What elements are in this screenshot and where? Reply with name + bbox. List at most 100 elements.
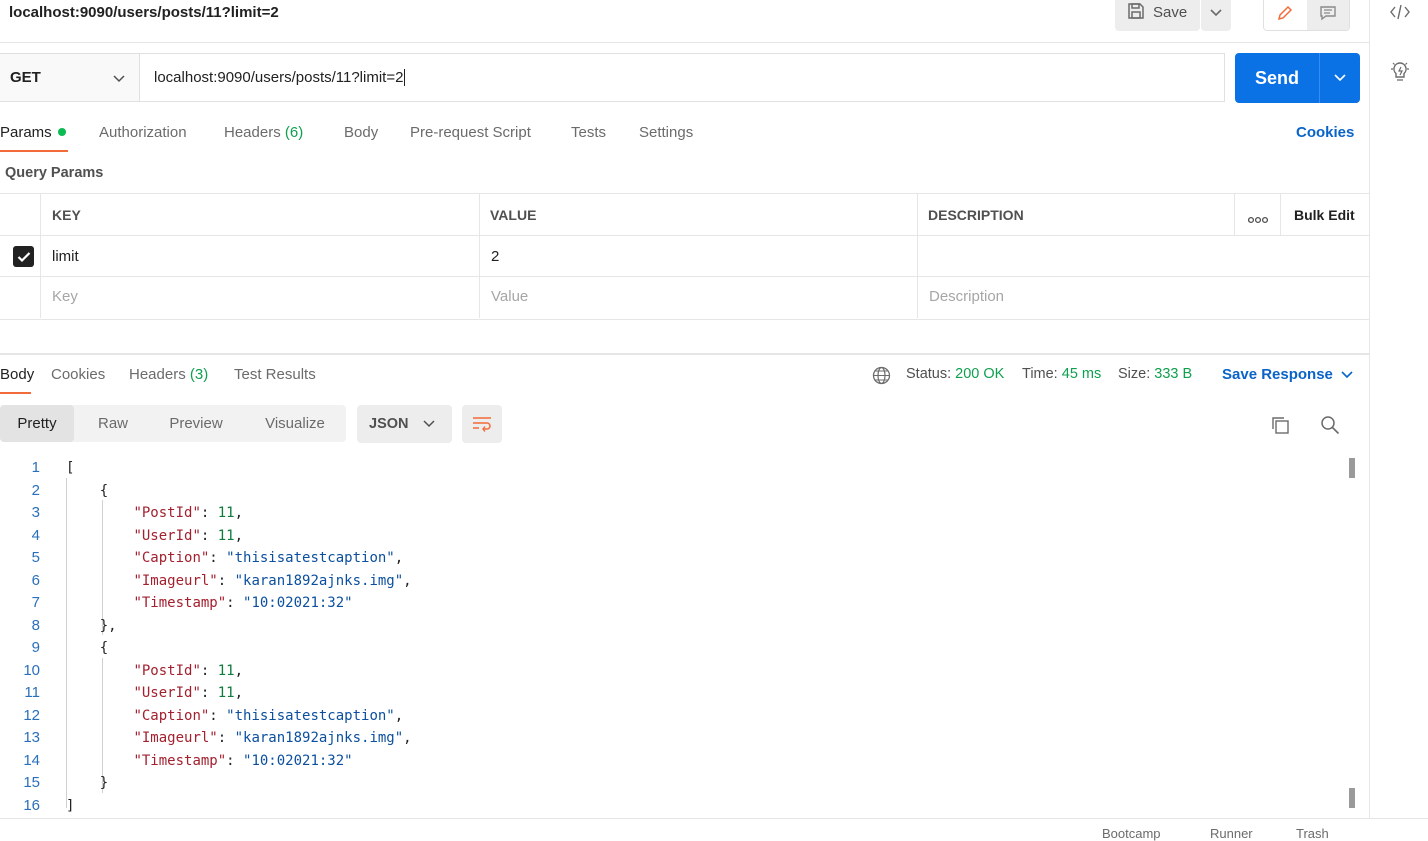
new-param-value-input[interactable]: Value	[491, 288, 528, 305]
view-mode-switcher: Pretty Raw Preview Visualize	[0, 405, 346, 442]
code-line: "Timestamp": "10:02021:32"	[133, 595, 353, 611]
send-button[interactable]: Send	[1235, 53, 1360, 103]
line-number: 7	[31, 594, 40, 611]
cookies-link[interactable]: Cookies	[1296, 124, 1354, 141]
edit-mode-button[interactable]	[1264, 0, 1307, 30]
lightbulb-icon[interactable]	[1390, 60, 1410, 88]
query-params-table: KEY VALUE DESCRIPTION Bulk Edit limit 2 …	[0, 193, 1369, 320]
tab-params[interactable]: Params	[0, 124, 66, 141]
line-number: 1	[31, 459, 40, 476]
bulk-edit-button[interactable]: Bulk Edit	[1294, 207, 1355, 223]
active-tab-underline	[0, 392, 31, 394]
chevron-down-icon	[1210, 8, 1222, 16]
wrap-lines-button[interactable]	[462, 405, 502, 443]
url-input[interactable]: localhost:9090/users/posts/11?limit=2	[139, 53, 1225, 102]
runner-button[interactable]: Runner	[1210, 826, 1253, 841]
response-headers-count: (3)	[189, 366, 209, 383]
right-rail-border	[1369, 0, 1370, 838]
view-preview[interactable]: Preview	[156, 405, 236, 442]
send-label: Send	[1254, 67, 1299, 88]
comments-button[interactable]	[1306, 0, 1349, 30]
column-header-value: VALUE	[490, 207, 537, 223]
tab-body[interactable]: Body	[344, 124, 378, 141]
line-number: 5	[31, 549, 40, 566]
status-bar: Bootcamp Runner Trash	[0, 818, 1428, 841]
code-line: "Caption": "thisisatestcaption",	[133, 707, 404, 724]
new-param-description-input[interactable]: Description	[929, 288, 1004, 305]
time-value: 45 ms	[1061, 366, 1102, 382]
request-title[interactable]: localhost:9090/users/posts/11?limit=2	[9, 4, 279, 21]
size-value: 333 B	[1154, 366, 1193, 382]
trash-button[interactable]: Trash	[1296, 826, 1329, 841]
view-visualize[interactable]: Visualize	[250, 405, 340, 442]
params-active-dot	[57, 128, 66, 137]
editor-scrollbar[interactable]	[1347, 456, 1357, 812]
line-number: 4	[31, 526, 40, 544]
line-number: 3	[31, 504, 40, 521]
active-tab-underline	[0, 150, 68, 152]
wrap-icon	[473, 417, 491, 432]
line-number: 11	[24, 684, 40, 701]
bootcamp-button[interactable]: Bootcamp	[1102, 826, 1161, 841]
param-value-cell[interactable]: 2	[491, 248, 499, 265]
view-pretty[interactable]: Pretty	[0, 405, 74, 442]
code-line: {	[66, 482, 109, 499]
line-number: 8	[31, 616, 40, 634]
response-tab-cookies[interactable]: Cookies	[51, 366, 105, 383]
code-line: "UserId": 11,	[133, 685, 244, 701]
request-response-splitter[interactable]	[0, 353, 1369, 355]
response-time: Time: 45 ms	[1022, 366, 1102, 382]
column-header-key: KEY	[52, 207, 81, 223]
method-label: GET	[10, 69, 41, 86]
line-number: 6	[31, 571, 40, 589]
code-line: "Timestamp": "10:02021:32"	[133, 752, 353, 769]
response-body-editor[interactable]: 1 [2 {3 "PostId": 11, 4 "UserId": 11, 5 "Ca…	[0, 456, 1345, 812]
response-tab-headers[interactable]: Headers (3)	[129, 366, 208, 383]
tab-settings[interactable]: Settings	[639, 124, 693, 141]
url-text: localhost:9090/users/posts/11?limit=2	[154, 69, 404, 86]
chevron-down-icon	[113, 70, 125, 87]
line-number: 2	[31, 481, 40, 499]
param-enabled-checkbox[interactable]	[13, 246, 34, 267]
param-key-cell[interactable]: limit	[52, 248, 79, 265]
save-icon	[1127, 2, 1145, 24]
edit-comment-toggle[interactable]	[1263, 0, 1350, 31]
line-number: 16	[23, 796, 40, 813]
response-tab-test-results[interactable]: Test Results	[234, 366, 316, 383]
code-line: ]	[66, 797, 75, 813]
save-options-button[interactable]	[1201, 0, 1231, 31]
code-line: "PostId": 11,	[133, 505, 244, 521]
copy-icon[interactable]	[1270, 415, 1290, 439]
code-line: {	[66, 640, 109, 656]
pencil-icon	[1278, 5, 1293, 20]
line-number: 12	[23, 706, 40, 724]
response-status: Status: 200 OK	[906, 366, 1005, 382]
query-params-title: Query Params	[5, 165, 104, 181]
format-select[interactable]: JSON	[357, 405, 452, 443]
save-response-button[interactable]: Save Response	[1222, 366, 1353, 383]
tab-authorization[interactable]: Authorization	[99, 124, 187, 141]
tab-pre-request-script[interactable]: Pre-request Script	[410, 124, 531, 141]
response-size: Size: 333 B	[1118, 366, 1193, 382]
code-line: "Caption": "thisisatestcaption",	[133, 550, 404, 566]
chevron-down-icon	[1334, 74, 1346, 82]
line-number: 9	[31, 639, 40, 656]
code-line: [	[66, 460, 75, 476]
line-number: 14	[23, 751, 40, 769]
send-options-button[interactable]	[1320, 74, 1360, 82]
more-options-icon[interactable]	[1247, 211, 1269, 228]
save-button[interactable]: Save	[1115, 0, 1200, 31]
check-icon	[17, 251, 30, 262]
code-icon[interactable]	[1389, 3, 1411, 25]
new-param-key-input[interactable]: Key	[52, 288, 78, 305]
response-tab-body[interactable]: Body	[0, 366, 34, 383]
headers-count: (6)	[284, 124, 304, 141]
tab-headers[interactable]: Headers (6)	[224, 124, 303, 141]
globe-icon[interactable]	[872, 366, 891, 389]
view-raw[interactable]: Raw	[82, 405, 144, 442]
column-header-description: DESCRIPTION	[928, 207, 1024, 223]
tab-tests[interactable]: Tests	[571, 124, 606, 141]
code-line: }	[66, 775, 109, 791]
chevron-down-icon	[422, 420, 435, 428]
search-icon[interactable]	[1320, 415, 1340, 439]
